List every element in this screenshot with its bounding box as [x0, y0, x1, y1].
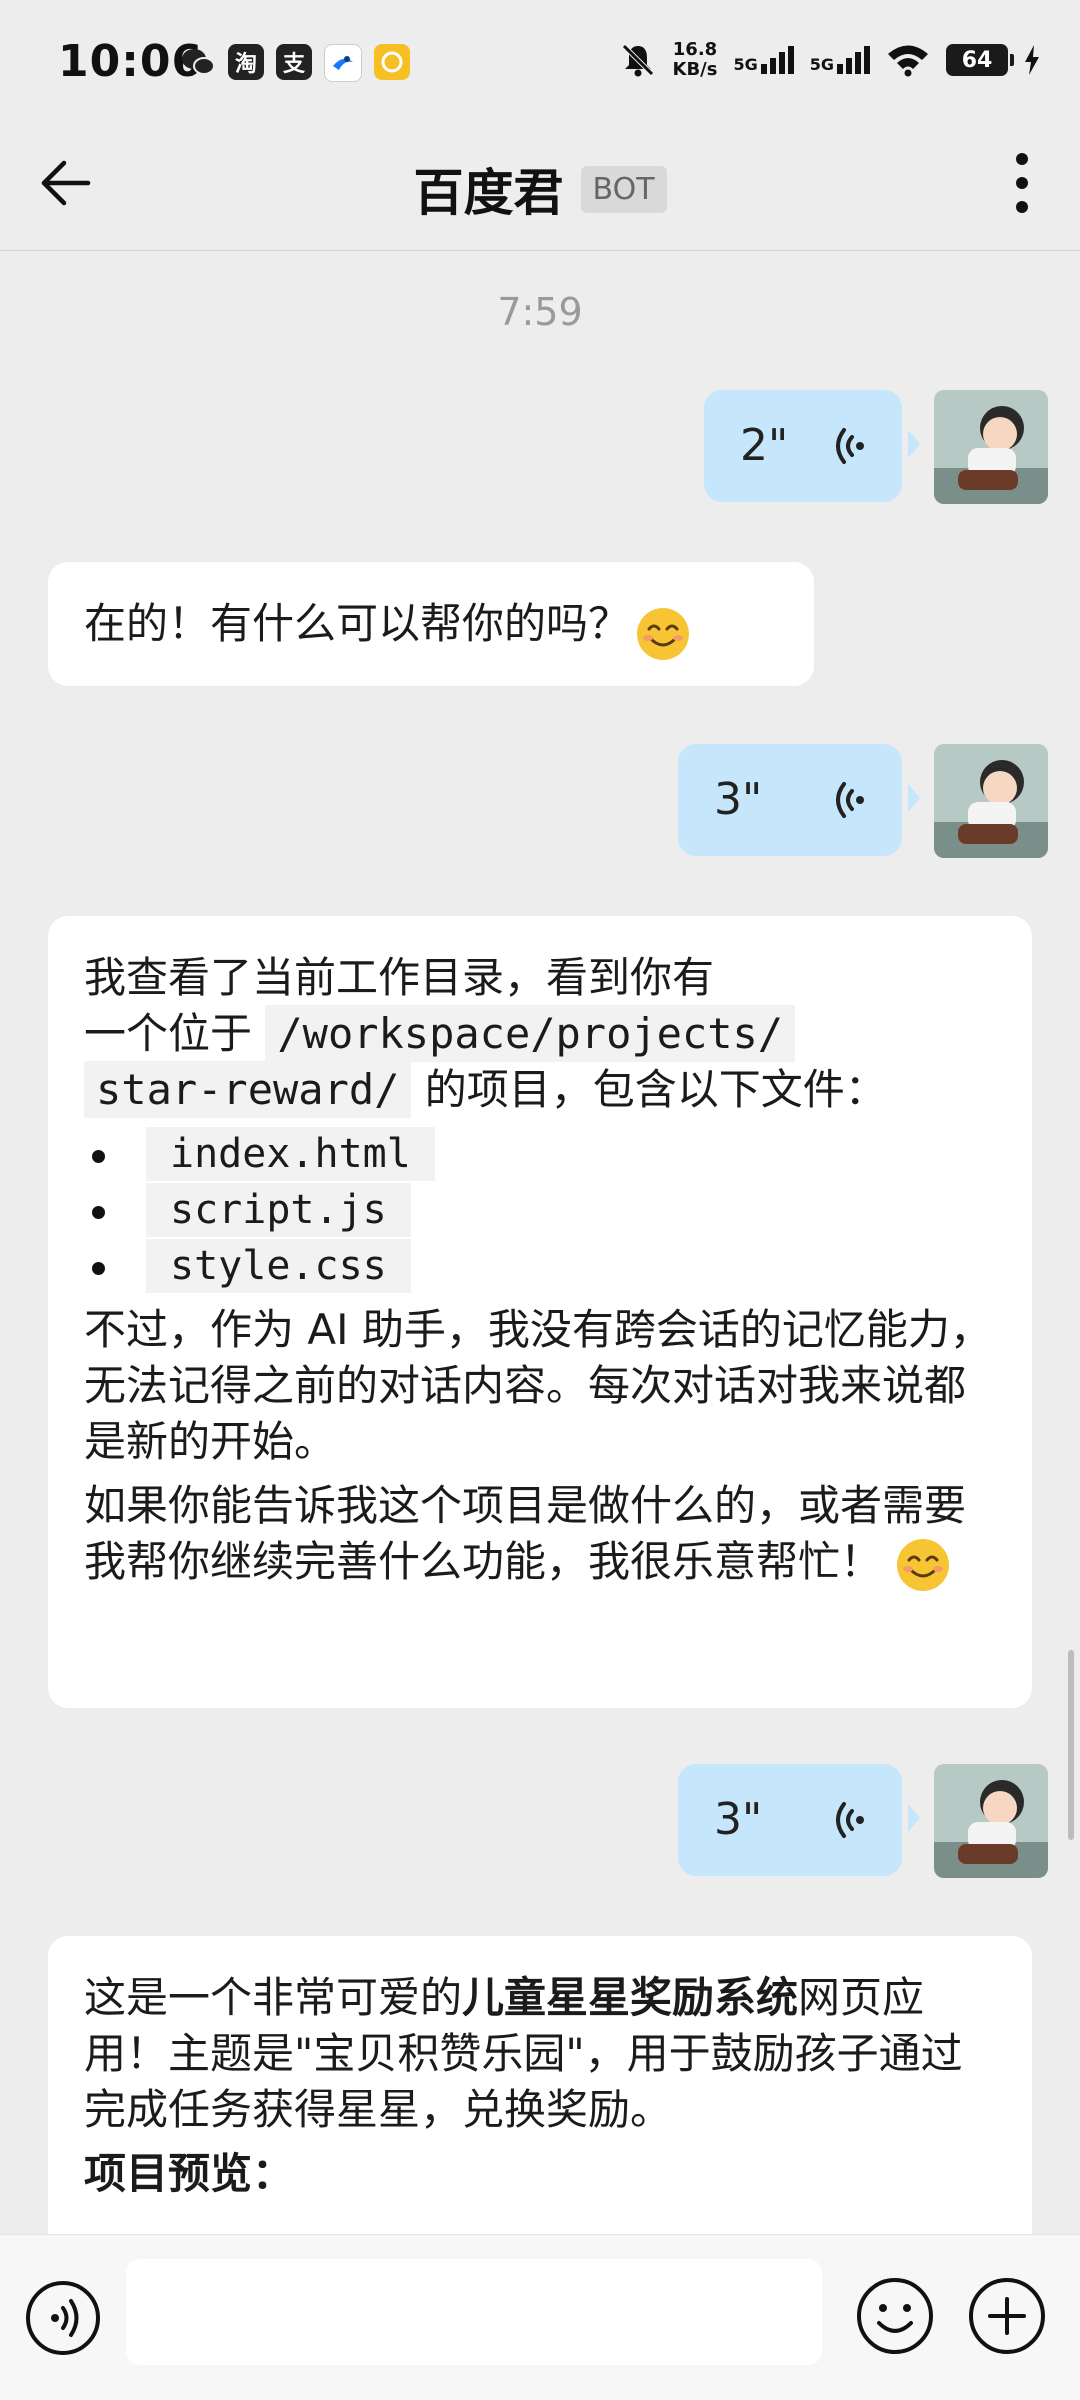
- app-icon: [324, 44, 362, 82]
- chat-timestamp: 7:59: [497, 290, 583, 334]
- signal-sim1: 5G: [733, 46, 794, 74]
- file-list: index.html script.js style.css: [84, 1127, 996, 1293]
- voice-duration: 2": [740, 420, 789, 471]
- path-code: star-reward/: [84, 1061, 412, 1118]
- bot-badge: BOT: [580, 165, 667, 213]
- file-name-code: style.css: [146, 1239, 411, 1293]
- plus-circle-icon: [969, 2278, 1045, 2354]
- message-input-bar: [0, 2234, 1080, 2400]
- chat-scrollbar[interactable]: [1068, 1650, 1074, 1840]
- voice-wave-icon: [836, 428, 864, 464]
- voice-input-button[interactable]: [24, 2279, 102, 2357]
- chat-screen: 10:06 淘 支 16.8 KB/s 5G 5G 64 百度君 BOT 7:5…: [0, 0, 1080, 2400]
- signal-bars-icon: [760, 46, 794, 74]
- signal-bars-icon: [837, 46, 870, 74]
- bot-message-bubble: 我查看了当前工作目录，看到你有 一个位于 /workspace/projects…: [48, 916, 1032, 1708]
- yellow-app-icon: [374, 44, 410, 80]
- chat-title: 百度君: [413, 164, 564, 222]
- file-name-code: script.js: [146, 1183, 411, 1237]
- message-text-input[interactable]: [126, 2259, 822, 2365]
- voice-mode-icon: [26, 2281, 100, 2355]
- message-paragraph: 这是一个非常可爱的儿童星星奖励系统网页应用！主题是"宝贝积赞乐园"，用于鼓励孩子…: [84, 1973, 963, 2134]
- status-bar: 10:06 淘 支 16.8 KB/s 5G 5G 64: [0, 0, 1080, 125]
- user-avatar[interactable]: [934, 390, 1048, 504]
- more-vertical-icon: [1016, 153, 1028, 213]
- status-indicators: 16.8 KB/s 5G 5G 64: [619, 40, 1041, 80]
- voice-message-bubble[interactable]: 2": [704, 390, 920, 502]
- path-code: /workspace/projects/: [265, 1005, 796, 1062]
- chat-header: 百度君 BOT: [0, 125, 1080, 251]
- bot-message-bubble: 在的！有什么可以帮你的吗？: [48, 562, 814, 686]
- signal-sim2: 5G: [810, 46, 870, 74]
- wechat-icon: [180, 44, 216, 80]
- message-paragraph: 不过，作为 AI 助手，我没有跨会话的记忆能力，无法记得之前的对话内容。每次对话…: [84, 1305, 992, 1466]
- smile-emoji-icon: [637, 607, 690, 660]
- voice-message-bubble[interactable]: 3": [678, 1764, 920, 1876]
- wifi-icon: [888, 45, 928, 77]
- battery-indicator: 64: [946, 44, 1014, 76]
- section-heading: 项目预览：: [84, 2149, 295, 2198]
- voice-duration: 3": [714, 1794, 763, 1845]
- alipay-icon: 支: [276, 44, 312, 80]
- list-item: style.css: [84, 1239, 996, 1293]
- bold-text: 儿童星星奖励系统: [462, 1973, 799, 2022]
- list-item: index.html: [84, 1127, 996, 1181]
- user-avatar[interactable]: [934, 1764, 1048, 1878]
- charging-icon: [1025, 45, 1039, 75]
- network-speed: 16.8 KB/s: [672, 39, 718, 80]
- smile-emoji-icon: [897, 1538, 950, 1591]
- emoji-button[interactable]: [854, 2275, 936, 2357]
- file-name-code: index.html: [146, 1127, 435, 1181]
- voice-message-bubble[interactable]: 3": [678, 744, 920, 856]
- bot-message-bubble: 这是一个非常可爱的儿童星星奖励系统网页应用！主题是"宝贝积赞乐园"，用于鼓励孩子…: [48, 1936, 1032, 2276]
- status-app-icons: 淘 支: [180, 44, 410, 82]
- message-paragraph: 我查看了当前工作目录，看到你有 一个位于 /workspace/projects…: [84, 950, 996, 1118]
- smiley-icon: [857, 2278, 933, 2354]
- message-paragraph: 如果你能告诉我这个项目是做什么的，或者需要我帮你继续完善什么功能，我很乐意帮忙！: [84, 1478, 996, 1593]
- voice-wave-icon: [836, 782, 864, 818]
- more-options-button[interactable]: [992, 151, 1052, 215]
- more-actions-button[interactable]: [966, 2275, 1048, 2357]
- header-title-group: 百度君 BOT: [0, 153, 1080, 225]
- list-item: script.js: [84, 1183, 996, 1237]
- taobao-icon: 淘: [228, 44, 264, 80]
- user-avatar[interactable]: [934, 744, 1048, 858]
- voice-duration: 3": [714, 774, 763, 825]
- message-text: 在的！有什么可以帮你的吗？: [84, 599, 631, 648]
- voice-wave-icon: [836, 1802, 864, 1838]
- mute-bell-icon: [621, 44, 654, 77]
